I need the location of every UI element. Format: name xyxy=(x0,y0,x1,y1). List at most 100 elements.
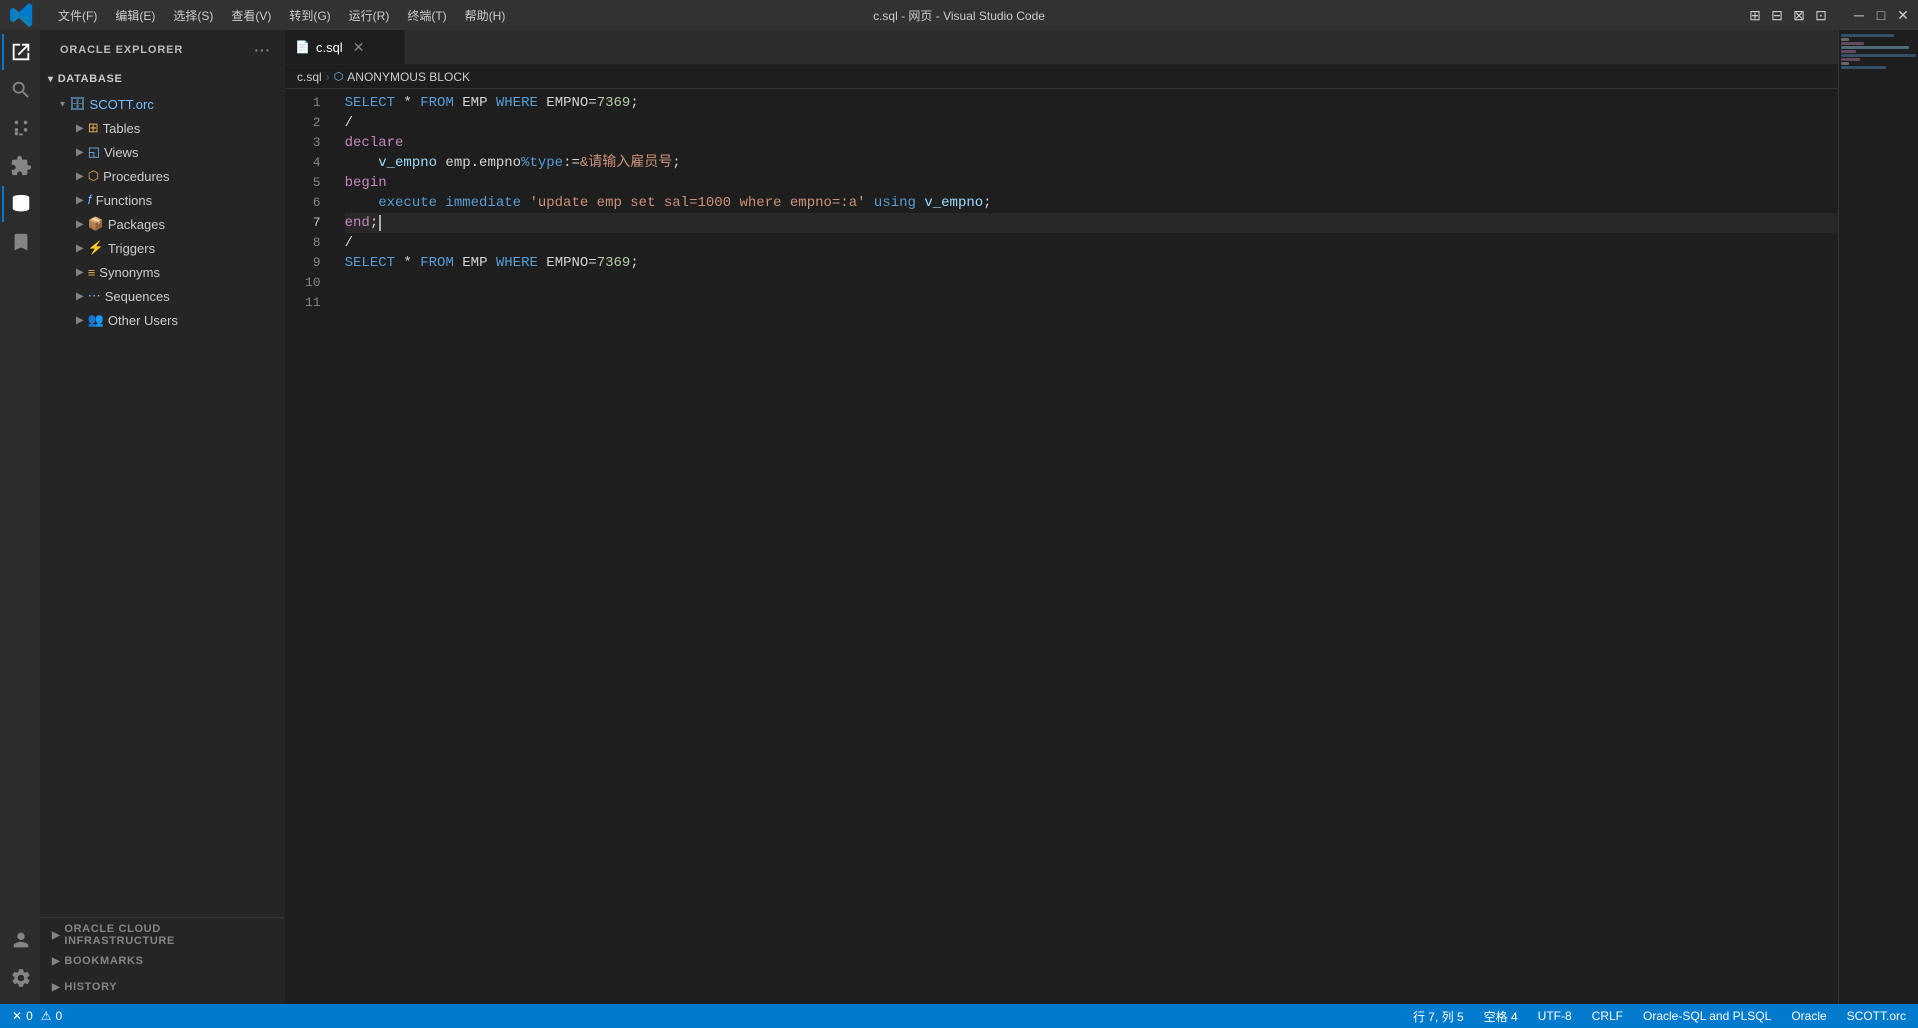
sidebar-item-triggers[interactable]: ▶ ⚡ Triggers xyxy=(40,236,285,260)
close-button[interactable]: ✕ xyxy=(1896,8,1910,22)
status-connection[interactable]: SCOTT.orc xyxy=(1843,1004,1910,1028)
sidebar-title: ORACLE EXPLORER xyxy=(60,44,183,56)
activity-settings[interactable] xyxy=(2,960,38,996)
sidebar-item-sequences[interactable]: ▶ ⋯ Sequences xyxy=(40,284,285,308)
activity-explorer[interactable] xyxy=(2,34,38,70)
text-cursor xyxy=(379,215,381,231)
sidebar-item-packages[interactable]: ▶ 📦 Packages xyxy=(40,212,285,236)
chevron-right-icon: ▶ xyxy=(76,243,84,254)
token: SELECT xyxy=(345,93,395,113)
activity-database[interactable] xyxy=(2,186,38,222)
activity-extensions[interactable] xyxy=(2,148,38,184)
code-line-4: v_empno emp.empno %type := &请输入雇员号 ; xyxy=(345,153,1838,173)
token: WHERE xyxy=(496,93,538,113)
mini-line xyxy=(1841,34,1894,37)
token: EMPNO= xyxy=(538,253,597,273)
code-editor[interactable]: 1 2 3 4 5 6 7 8 9 10 11 SELECT * FROM EM… xyxy=(285,89,1838,1004)
users-icon: 👥 xyxy=(88,312,104,328)
scott-connection[interactable]: ▾ 🗄 SCOTT.orc xyxy=(40,92,285,116)
line-num-6: 6 xyxy=(305,193,321,213)
code-content[interactable]: SELECT * FROM EMP WHERE EMPNO= 7369 ; / … xyxy=(337,89,1838,1004)
title-bar: 文件(F) 编辑(E) 选择(S) 查看(V) 转到(G) 运行(R) 终端(T… xyxy=(0,0,1918,30)
token: 7369 xyxy=(597,93,631,113)
sidebar-item-procedures[interactable]: ▶ ⬡ Procedures xyxy=(40,164,285,188)
token: WHERE xyxy=(496,253,538,273)
token: %type xyxy=(521,153,563,173)
token: FROM xyxy=(420,93,454,113)
sidebar-item-tables[interactable]: ▶ ⊞ Tables xyxy=(40,116,285,140)
menu-bar: 文件(F) 编辑(E) 选择(S) 查看(V) 转到(G) 运行(R) 终端(T… xyxy=(50,5,513,26)
token: using xyxy=(874,193,916,213)
scott-label: SCOTT.orc xyxy=(90,97,154,112)
chevron-right-icon: ▶ xyxy=(52,930,60,941)
tab-label: c.sql xyxy=(316,40,343,55)
activity-account[interactable] xyxy=(2,922,38,958)
history-section[interactable]: ▶ HISTORY xyxy=(40,974,285,1000)
sidebar-more-icon[interactable]: ··· xyxy=(252,40,273,60)
token: ; xyxy=(630,253,638,273)
mini-line xyxy=(1841,50,1856,53)
synonym-icon: ≡ xyxy=(88,265,96,280)
token: EMP xyxy=(454,253,496,273)
status-errors[interactable]: ✕ 0 ⚠ 0 xyxy=(8,1004,66,1028)
view-icon: ◱ xyxy=(88,144,100,160)
mini-line xyxy=(1841,58,1860,61)
packages-label: Packages xyxy=(108,217,165,232)
menu-edit[interactable]: 编辑(E) xyxy=(107,5,163,26)
mini-line xyxy=(1841,42,1864,45)
maximize-button[interactable]: □ xyxy=(1874,8,1888,22)
trigger-icon: ⚡ xyxy=(88,240,104,256)
token: := xyxy=(563,153,580,173)
synonyms-label: Synonyms xyxy=(99,265,160,280)
menu-file[interactable]: 文件(F) xyxy=(50,5,105,26)
token: SELECT xyxy=(345,253,395,273)
chevron-right-icon: ▶ xyxy=(76,171,84,182)
menu-select[interactable]: 选择(S) xyxy=(165,5,221,26)
status-eol[interactable]: CRLF xyxy=(1588,1004,1627,1028)
sidebar-item-functions[interactable]: ▶ 𝑓 Functions xyxy=(40,188,285,212)
breadcrumb-symbol[interactable]: ANONYMOUS BLOCK xyxy=(347,70,470,84)
bookmarks-section[interactable]: ▶ BOOKMARKS xyxy=(40,948,285,974)
breadcrumb-file[interactable]: c.sql xyxy=(297,70,322,84)
activity-source-control[interactable] xyxy=(2,110,38,146)
sidebar-item-views[interactable]: ▶ ◱ Views xyxy=(40,140,285,164)
menu-run[interactable]: 运行(R) xyxy=(341,5,398,26)
token: v_empno xyxy=(378,153,437,173)
database-section[interactable]: ▾ DATABASE xyxy=(40,66,285,92)
oracle-cloud-section[interactable]: ▶ ORACLE CLOUD INFRASTRUCTURE xyxy=(40,922,285,948)
other-users-label: Other Users xyxy=(108,313,178,328)
code-line-5: begin xyxy=(345,173,1838,193)
code-line-11 xyxy=(345,293,1838,313)
token: 7369 xyxy=(597,253,631,273)
main-layout: ORACLE EXPLORER ··· ▾ DATABASE ▾ 🗄 SCOTT… xyxy=(0,30,1918,1004)
chevron-right-icon: ▶ xyxy=(76,195,84,206)
line-num-2: 2 xyxy=(305,113,321,133)
tab-close-button[interactable]: ✕ xyxy=(353,39,365,56)
menu-goto[interactable]: 转到(G) xyxy=(281,5,338,26)
sidebar-item-other-users[interactable]: ▶ 👥 Other Users xyxy=(40,308,285,332)
token: * xyxy=(395,253,420,273)
minimize-button[interactable]: ─ xyxy=(1852,8,1866,22)
sidebar-bottom: ▶ ORACLE CLOUD INFRASTRUCTURE ▶ BOOKMARK… xyxy=(40,917,285,1004)
status-encoding[interactable]: UTF-8 xyxy=(1534,1004,1576,1028)
mini-line xyxy=(1841,46,1909,49)
status-position[interactable]: 行 7, 列 5 xyxy=(1409,1004,1468,1028)
menu-terminal[interactable]: 终端(T) xyxy=(399,5,454,26)
tab-csql[interactable]: 📄 c.sql ✕ xyxy=(285,30,405,64)
title-left: 文件(F) 编辑(E) 选择(S) 查看(V) 转到(G) 运行(R) 终端(T… xyxy=(8,1,513,29)
connection-label: SCOTT.orc xyxy=(1847,1009,1906,1023)
line-numbers: 1 2 3 4 5 6 7 8 9 10 11 xyxy=(285,89,337,1004)
activity-search[interactable] xyxy=(2,72,38,108)
status-schema[interactable]: Oracle xyxy=(1787,1004,1830,1028)
oracle-cloud-label: ORACLE CLOUD INFRASTRUCTURE xyxy=(64,923,273,947)
activity-bookmarks[interactable] xyxy=(2,224,38,260)
token: ; xyxy=(370,213,378,233)
menu-view[interactable]: 查看(V) xyxy=(223,5,279,26)
sidebar-item-synonyms[interactable]: ▶ ≡ Synonyms xyxy=(40,260,285,284)
menu-help[interactable]: 帮助(H) xyxy=(457,5,514,26)
status-spaces[interactable]: 空格 4 xyxy=(1480,1004,1522,1028)
schema-label: Oracle xyxy=(1791,1009,1826,1023)
status-language[interactable]: Oracle-SQL and PLSQL xyxy=(1639,1004,1775,1028)
status-left: ✕ 0 ⚠ 0 xyxy=(8,1004,66,1028)
line-num-4: 4 xyxy=(305,153,321,173)
